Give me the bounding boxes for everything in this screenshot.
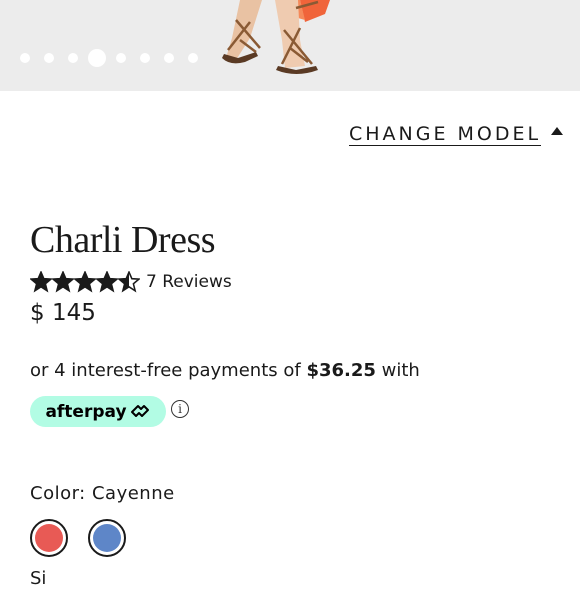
change-model-label: CHANGE MODEL [349,123,542,146]
product-rating[interactable]: 7 Reviews [30,271,232,293]
star-rating [30,271,140,293]
color-label: Color: Cayenne [30,483,175,504]
carousel-dots [20,48,212,68]
afterpay-message: or 4 interest-free payments of $36.25 wi… [30,360,420,381]
star-full-icon [74,271,96,293]
afterpay-badge-label: afterpay [45,401,127,422]
carousel-dot[interactable] [188,53,198,63]
swatch-cayenne[interactable] [30,519,68,557]
carousel-dot[interactable] [164,53,174,63]
carousel-dot[interactable] [68,53,78,63]
carousel-dot[interactable] [20,53,30,63]
info-icon[interactable]: i [171,400,189,418]
star-full-icon [96,271,118,293]
product-image-carousel[interactable] [0,0,580,91]
star-full-icon [30,271,52,293]
afterpay-amount: $36.25 [306,360,376,381]
product-price: $ 145 [30,300,96,326]
change-model-button[interactable]: CHANGE MODEL [349,123,564,146]
star-full-icon [52,271,74,293]
carousel-dot-active[interactable] [88,49,106,67]
swatch-blue-fill [93,524,121,552]
product-photo [0,0,580,91]
carousel-dot[interactable] [140,53,150,63]
reviews-link[interactable]: 7 Reviews [146,272,232,292]
afterpay-prefix: or 4 interest-free payments of [30,360,301,381]
carousel-dot[interactable] [116,53,126,63]
size-label: Si [30,568,47,589]
swatch-blue[interactable] [88,519,126,557]
carousel-dot[interactable] [44,53,54,63]
afterpay-logo[interactable]: afterpay [30,396,166,427]
caret-up-icon [551,126,564,135]
swatch-cayenne-fill [35,524,63,552]
afterpay-arrows-icon [130,404,149,417]
product-title: Charli Dress [30,219,216,261]
star-half-icon [118,271,140,293]
afterpay-suffix: with [381,360,420,381]
